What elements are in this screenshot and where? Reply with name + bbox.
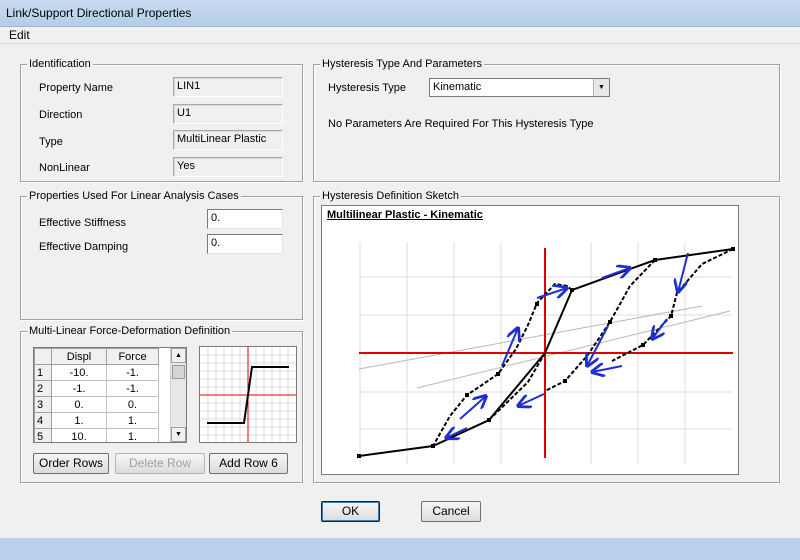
row-number[interactable]: 5: [34, 428, 52, 442]
type-field: MultiLinear Plastic: [173, 130, 283, 150]
cancel-button[interactable]: Cancel: [421, 501, 481, 522]
table-row[interactable]: 1 -10. -1.: [34, 364, 159, 381]
force-cell[interactable]: 0.: [106, 396, 159, 413]
force-cell[interactable]: -1.: [106, 364, 159, 381]
multilinear-title: Multi-Linear Force-Deformation Definitio…: [27, 324, 233, 338]
force-cell[interactable]: -1.: [106, 380, 159, 397]
row-number-header: [34, 348, 52, 365]
hysteresis-title: Hysteresis Type And Parameters: [320, 57, 484, 71]
force-cell[interactable]: 1.: [106, 428, 159, 442]
sketch-group-title: Hysteresis Definition Sketch: [320, 189, 461, 203]
displ-cell[interactable]: 10.: [51, 428, 107, 442]
displ-cell[interactable]: 1.: [51, 412, 107, 429]
table-scrollbar[interactable]: ▲ ▼: [170, 348, 186, 442]
row-number[interactable]: 2: [34, 380, 52, 397]
linear-properties-title: Properties Used For Linear Analysis Case…: [27, 189, 241, 203]
column-header-displ[interactable]: Displ: [51, 348, 107, 365]
menu-bar: Edit: [0, 27, 800, 44]
property-name-field: LIN1: [173, 77, 283, 97]
scroll-down-icon[interactable]: ▼: [171, 427, 186, 442]
table-row[interactable]: 4 1. 1.: [34, 412, 159, 429]
displ-cell[interactable]: -1.: [51, 380, 107, 397]
hysteresis-plot: [357, 242, 735, 464]
force-deformation-table[interactable]: Displ Force 1 -10. -1. 2 -1. -1. 3 0. 0.…: [33, 347, 187, 443]
hysteresis-type-label: Hysteresis Type: [328, 82, 407, 94]
window-title: Link/Support Directional Properties: [6, 6, 192, 20]
menu-edit[interactable]: Edit: [9, 28, 30, 42]
order-rows-button[interactable]: Order Rows: [33, 453, 109, 474]
direction-label: Direction: [39, 109, 83, 121]
direction-field: U1: [173, 104, 283, 124]
scroll-up-icon[interactable]: ▲: [171, 348, 186, 363]
nonlinear-label: NonLinear: [39, 162, 90, 174]
row-number[interactable]: 1: [34, 364, 52, 381]
chevron-down-icon[interactable]: ▼: [593, 79, 609, 96]
scroll-thumb[interactable]: [172, 365, 185, 379]
displ-cell[interactable]: 0.: [51, 396, 107, 413]
add-row-button[interactable]: Add Row 6: [209, 453, 288, 474]
nonlinear-field: Yes: [173, 157, 283, 177]
window-bottom-edge: [0, 538, 800, 560]
hysteresis-type-value: Kinematic: [433, 81, 482, 93]
effective-damping-label: Effective Damping: [39, 241, 129, 253]
effective-damping-input[interactable]: 0.: [207, 234, 283, 254]
preview-plot: [200, 347, 296, 442]
unload-curve-3: [611, 248, 734, 362]
delete-row-button[interactable]: Delete Row: [115, 453, 205, 474]
window-title-bar: Link/Support Directional Properties: [0, 0, 800, 27]
displ-cell[interactable]: -10.: [51, 364, 107, 381]
force-cell[interactable]: 1.: [106, 412, 159, 429]
row-number[interactable]: 4: [34, 412, 52, 429]
identification-title: Identification: [27, 57, 93, 71]
effective-stiffness-label: Effective Stiffness: [39, 217, 127, 229]
table-row[interactable]: 3 0. 0.: [34, 396, 159, 413]
row-number[interactable]: 3: [34, 396, 52, 413]
force-deformation-preview: [199, 346, 297, 443]
hysteresis-type-select[interactable]: Kinematic ▼: [429, 78, 610, 97]
ok-button[interactable]: OK: [321, 501, 380, 522]
column-header-force[interactable]: Force: [106, 348, 159, 365]
direction-arrows: [446, 252, 689, 438]
table-header-row: Displ Force: [34, 348, 159, 365]
type-label: Type: [39, 136, 63, 148]
hysteresis-note: No Parameters Are Required For This Hyst…: [328, 118, 594, 130]
hysteresis-sketch: Multilinear Plastic - Kinematic: [321, 205, 739, 475]
effective-stiffness-input[interactable]: 0.: [207, 209, 283, 229]
table-row[interactable]: 2 -1. -1.: [34, 380, 159, 397]
table-row[interactable]: 5 10. 1.: [34, 428, 159, 442]
property-name-label: Property Name: [39, 82, 113, 94]
